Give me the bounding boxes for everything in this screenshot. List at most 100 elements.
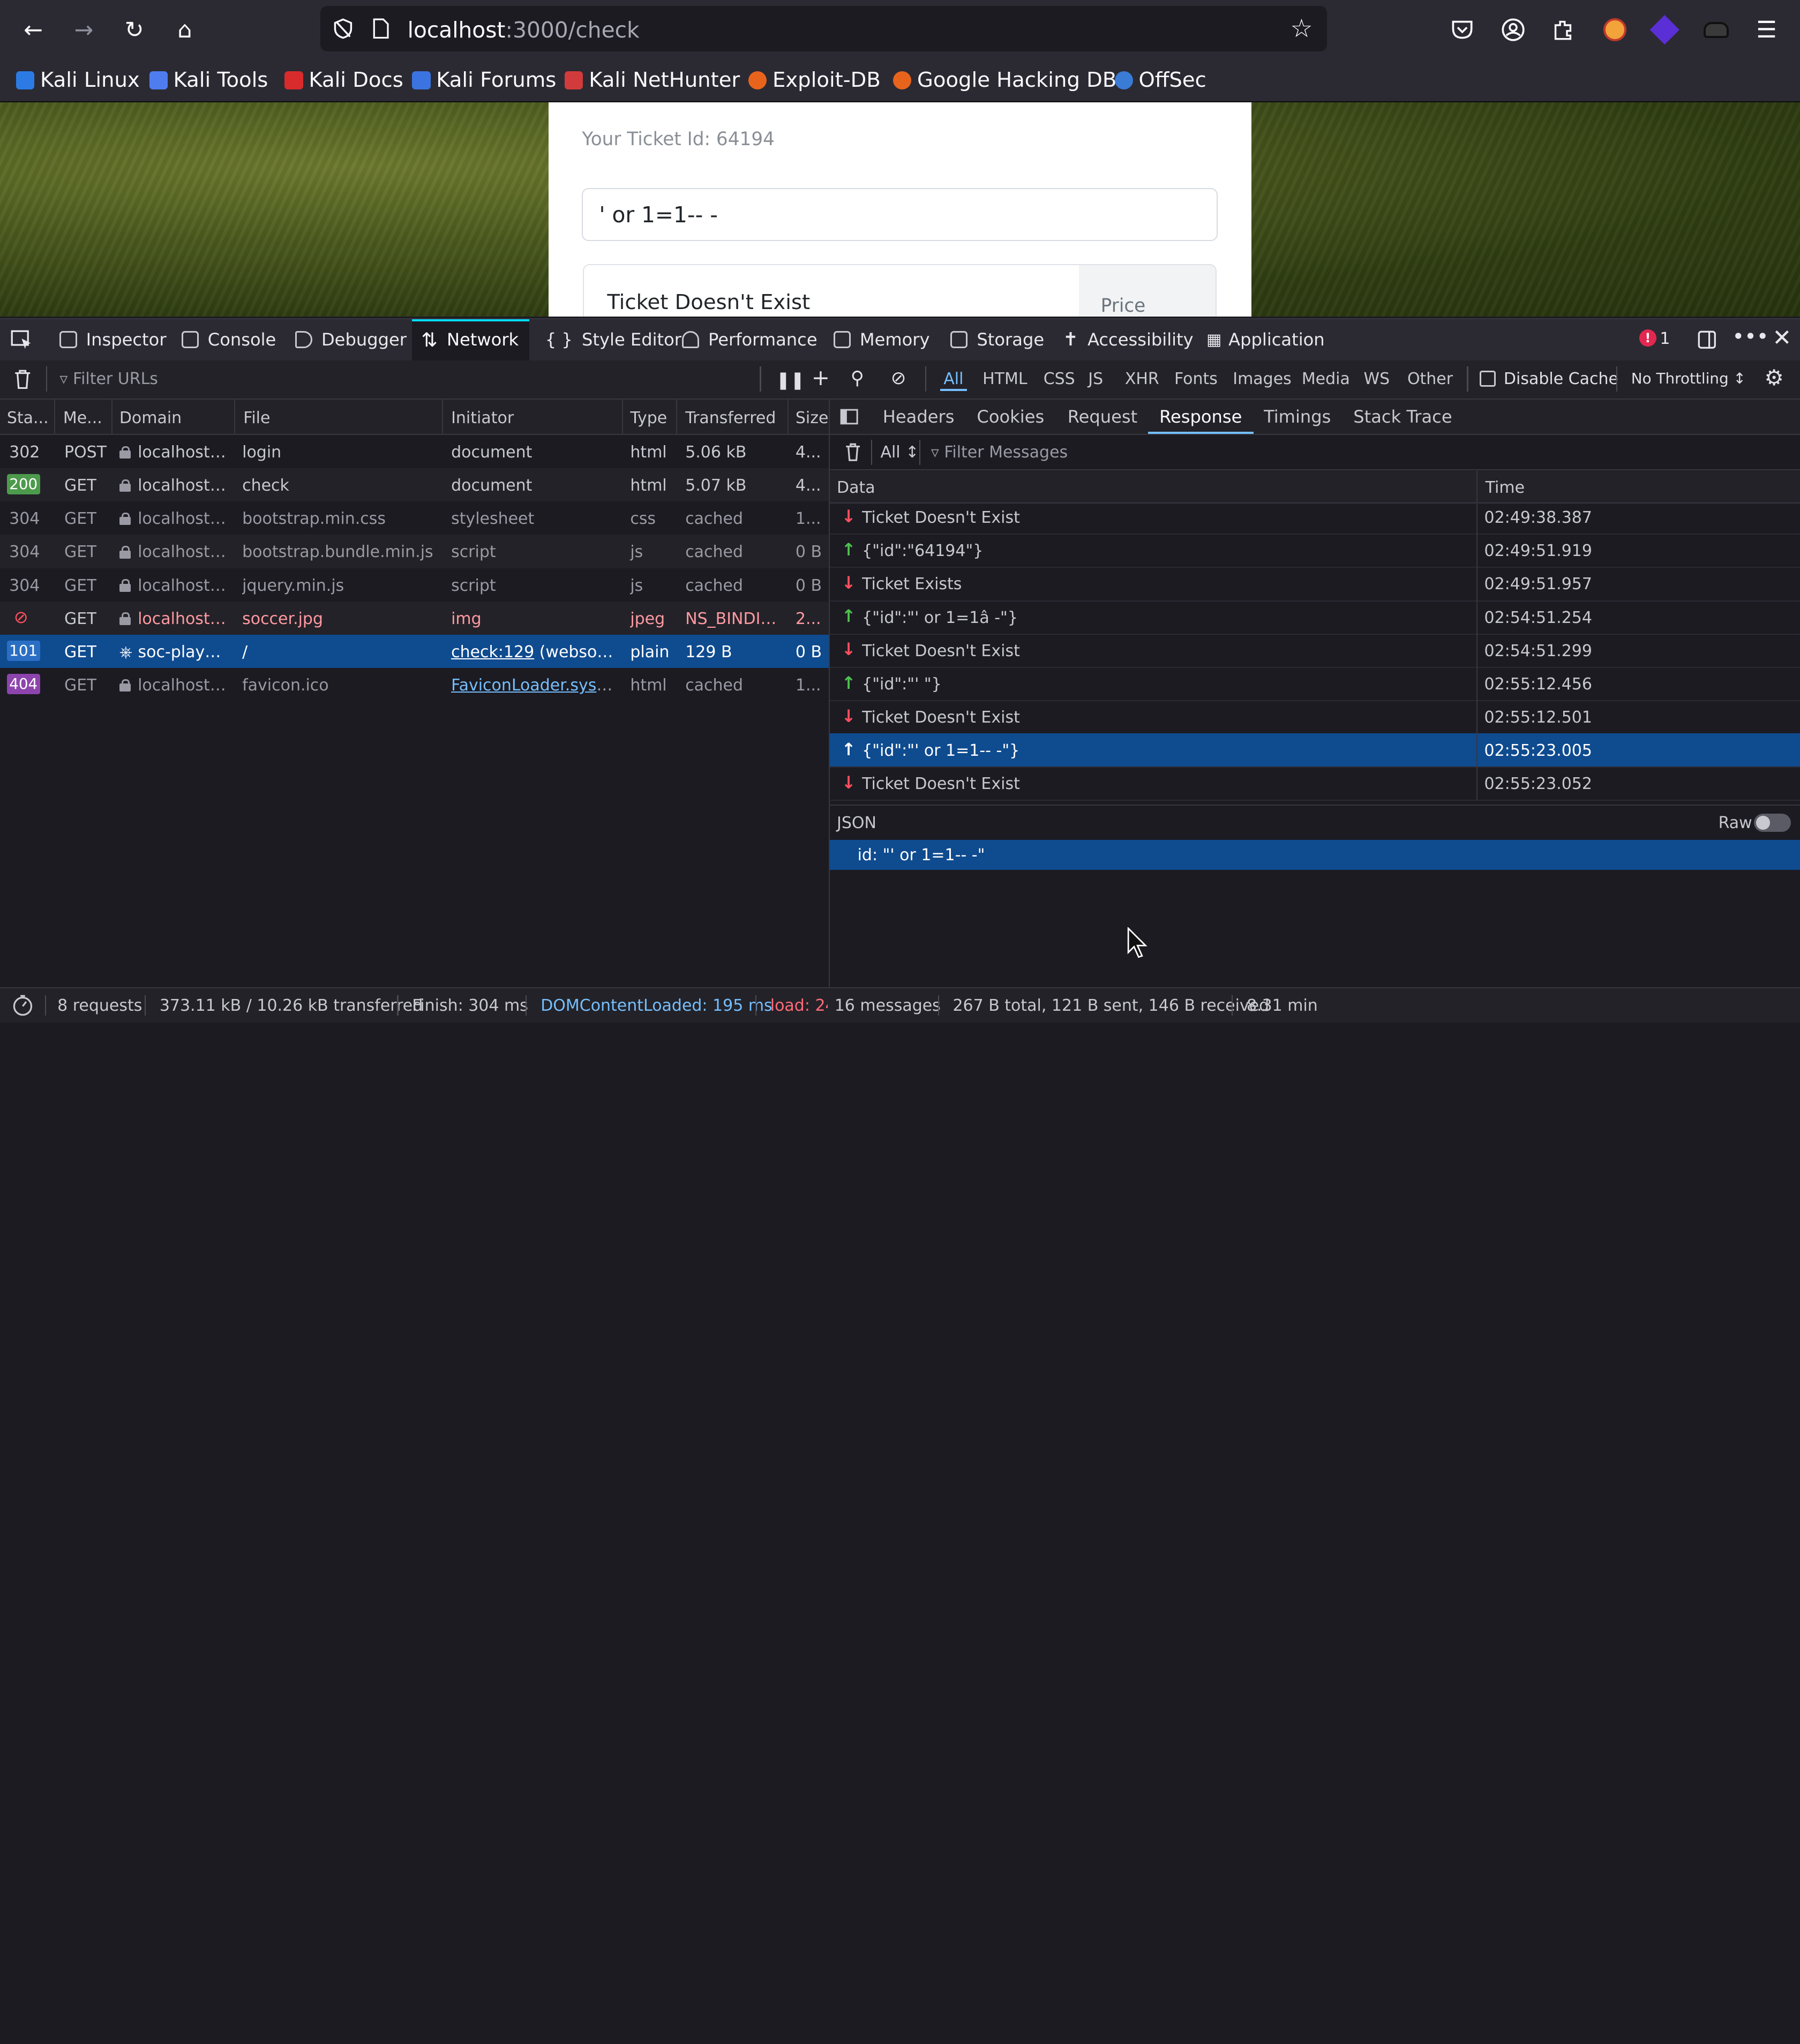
message-row[interactable]: ↑ {"id":"64194"} 02:49:51.919 (830, 533, 1800, 568)
tab-accessibility[interactable]: ✝ Accessibility (1054, 319, 1203, 360)
bookmark-star-icon[interactable]: ☆ (1290, 14, 1312, 43)
request-row[interactable]: 200 GET localhost:... check document htm… (0, 468, 829, 502)
col-initiator[interactable]: Initiator (451, 409, 514, 427)
bookmark-kali-nethunter[interactable]: Kali NetHunter (565, 66, 740, 94)
col-transferred[interactable]: Transferred (685, 409, 776, 427)
home-icon[interactable]: ⌂ (169, 14, 201, 46)
disable-cache-checkbox[interactable] (1479, 371, 1496, 387)
bookmark-kali-forums[interactable]: Kali Forums (412, 66, 556, 94)
filter-media[interactable]: Media (1298, 366, 1353, 392)
bookmark-kali-docs[interactable]: Kali Docs (284, 66, 403, 94)
tab-stack-trace[interactable]: Stack Trace (1353, 400, 1452, 434)
reload-icon[interactable]: ↻ (118, 14, 151, 46)
pause-icon[interactable]: ❚❚ (776, 370, 805, 390)
message-row[interactable]: ↓ Ticket Exists 02:49:51.957 (830, 567, 1800, 602)
message-row[interactable]: ↓ Ticket Doesn't Exist 02:55:12.501 (830, 700, 1800, 735)
col-domain[interactable]: Domain (119, 409, 182, 427)
filter-urls-input[interactable]: ▿ Filter URLs (59, 370, 158, 388)
filter-js[interactable]: JS (1085, 366, 1107, 392)
filter-all[interactable]: All (940, 366, 967, 392)
pocket-icon[interactable] (1450, 17, 1475, 42)
tab-performance[interactable]: Performance (673, 319, 827, 360)
block-icon[interactable]: ⊘ (891, 367, 906, 389)
tab-style-editor[interactable]: { } Style Editor (536, 319, 691, 360)
filter-images[interactable]: Images (1229, 366, 1295, 392)
json-tree-row[interactable]: id: "' or 1=1-- -" (830, 840, 1800, 870)
tab-memory[interactable]: Memory (824, 319, 939, 360)
error-icon[interactable]: ! (1639, 329, 1656, 347)
dock-side-icon[interactable] (1697, 329, 1718, 350)
tab-cookies[interactable]: Cookies (977, 400, 1044, 434)
toggle-sidebar-icon[interactable] (840, 409, 859, 425)
bookmark-exploit-db[interactable]: Exploit-DB (748, 66, 881, 94)
message-row[interactable]: ↑ {"id":"' or 1=1â -"} 02:54:51.254 (830, 600, 1800, 635)
tab-network[interactable]: ⇅ Network (412, 319, 529, 360)
tab-request[interactable]: Request (1068, 400, 1138, 434)
filter-html[interactable]: HTML (979, 366, 1031, 392)
filter-messages-input[interactable]: ▿ Filter Messages (931, 443, 1068, 462)
extensions-icon[interactable] (1551, 17, 1576, 42)
error-count[interactable]: 1 (1660, 329, 1670, 348)
message-row[interactable]: ↓ Ticket Doesn't Exist 02:54:51.299 (830, 633, 1800, 668)
back-arrow-icon[interactable]: ← (17, 14, 49, 46)
col-data[interactable]: Data (837, 478, 875, 497)
tab-timings[interactable]: Timings (1264, 400, 1331, 434)
tab-debugger[interactable]: Debugger (286, 319, 416, 360)
bookmark-kali-linux[interactable]: Kali Linux (16, 66, 140, 94)
request-row[interactable]: 404 GET localhost:... favicon.ico Favico… (0, 668, 829, 701)
message-row[interactable]: ↓ Ticket Doesn't Exist 02:49:38.387 (830, 504, 1800, 535)
page-info-icon[interactable] (372, 18, 390, 39)
filter-css[interactable]: CSS (1040, 366, 1078, 392)
filter-fonts[interactable]: Fonts (1171, 366, 1221, 392)
forward-arrow-icon[interactable]: → (68, 14, 100, 46)
initiator-link[interactable]: check:129 (451, 643, 534, 662)
request-row[interactable]: 302 POST localhost:... login document ht… (0, 435, 829, 468)
search-icon[interactable]: ⚲ (851, 367, 864, 389)
col-type[interactable]: Type (630, 409, 667, 427)
request-row-selected[interactable]: 101 GET ⎈ soc-player... / check:129 (webs… (0, 634, 829, 668)
clear-trash-icon[interactable] (13, 369, 32, 390)
tracking-protection-icon[interactable] (332, 17, 355, 40)
message-row[interactable]: ↓ Ticket Doesn't Exist 02:55:23.052 (830, 766, 1800, 801)
message-type-select[interactable]: All ↕ (880, 443, 919, 462)
bookmark-offsec[interactable]: OffSec (1114, 66, 1206, 94)
add-icon[interactable]: + (812, 365, 830, 390)
hamburger-menu-icon[interactable]: ☰ (1751, 14, 1783, 46)
raw-toggle[interactable] (1754, 814, 1791, 832)
request-row[interactable]: 304 GET localhost:... bootstrap.bundle.m… (0, 535, 829, 568)
url-bar[interactable]: localhost:3000/check ☆ (320, 5, 1327, 52)
tab-inspector[interactable]: Inspector (50, 319, 175, 360)
element-picker-icon[interactable] (10, 329, 33, 350)
message-row[interactable]: ↑ {"id":"' "} 02:55:12.456 (830, 666, 1800, 702)
col-size[interactable]: Size (796, 409, 829, 427)
filter-ws[interactable]: WS (1360, 366, 1393, 392)
settings-gear-icon[interactable]: ⚙ (1764, 365, 1784, 390)
col-status[interactable]: Sta... (7, 409, 49, 427)
filter-other[interactable]: Other (1404, 366, 1457, 392)
throttling-select[interactable]: No Throttling ↕ (1631, 370, 1746, 387)
filter-xhr[interactable]: XHR (1121, 366, 1162, 392)
tab-headers[interactable]: Headers (883, 400, 955, 434)
account-icon[interactable] (1501, 17, 1526, 42)
more-options-icon[interactable]: ••• (1732, 325, 1768, 349)
wappalyzer-icon[interactable] (1649, 15, 1679, 44)
performance-analysis-icon[interactable] (11, 994, 34, 1017)
initiator-link[interactable]: FaviconLoader.sys.mj... (451, 676, 618, 695)
bookmark-kali-tools[interactable]: Kali Tools (149, 66, 268, 94)
clear-messages-trash-icon[interactable] (844, 442, 862, 463)
close-devtools-icon[interactable]: ✕ (1772, 325, 1791, 351)
hackbar-icon[interactable] (1703, 21, 1729, 38)
col-time[interactable]: Time (1486, 478, 1525, 497)
tab-console[interactable]: Console (172, 319, 285, 360)
col-method[interactable]: Me... (63, 409, 102, 427)
bookmark-google-hacking-db[interactable]: Google Hacking DB (893, 66, 1116, 94)
col-file[interactable]: File (243, 409, 270, 427)
request-row[interactable]: 304 GET localhost:... bootstrap.min.css … (0, 501, 829, 535)
foxyproxy-icon[interactable] (1603, 18, 1627, 42)
request-row[interactable]: 304 GET localhost:... jquery.min.js scri… (0, 568, 829, 602)
tab-storage[interactable]: Storage (941, 319, 1053, 360)
tab-response[interactable]: Response (1148, 400, 1254, 434)
request-row[interactable]: ⊘ GET localhost:... soccer.jpg img jpeg … (0, 601, 829, 635)
tab-application[interactable]: ▦ Application (1197, 319, 1334, 360)
message-row-selected[interactable]: ↑ {"id":"' or 1=1-- -"} 02:55:23.005 (830, 733, 1800, 768)
